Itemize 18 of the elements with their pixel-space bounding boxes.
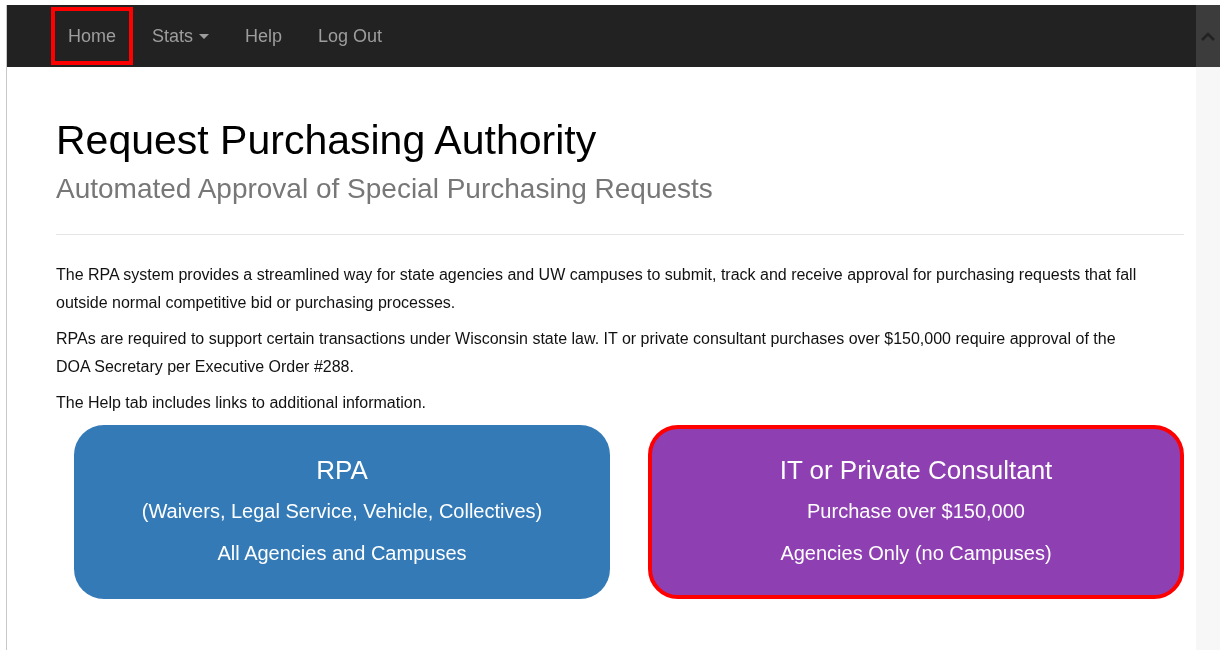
paragraph: The RPA system provides a streamlined way for state agencies and UW campuses to submit, track and receive approval for purchasing requests that fall outside normal competitive bid or purchasing processes.: [56, 265, 1138, 314]
nav-link[interactable]: Help: [228, 7, 300, 65]
card-title: RPA: [316, 453, 368, 487]
nav-link[interactable]: Stats: [135, 7, 227, 65]
card-text: Agencies Only (no Campuses): [780, 540, 1052, 566]
paragraph: The Help tab includes links to additional information.: [56, 393, 427, 414]
nav-link[interactable]: Log Out: [301, 7, 400, 65]
page-subtitle: Automated Approval of Special Purchasing Requests: [56, 172, 714, 207]
scrollbar[interactable]: [1196, 5, 1220, 650]
card-text: All Agencies and Campuses: [217, 540, 467, 566]
option-card[interactable]: RPA (Waivers, Legal Service, Vehicle, Collectives) All Agencies and Campuses: [74, 425, 610, 600]
paragraph: RPAs are required to support certain transactions under Wisconsin state law. IT or private consultant purchases over $150,000 require approval of the DOA Secretary per Executive Order #288.: [56, 329, 1117, 378]
card-text: (Waivers, Legal Service, Vehicle, Collectives): [141, 498, 543, 524]
nav-link[interactable]: Home: [51, 7, 133, 65]
card-title: IT or Private Consultant: [779, 453, 1053, 487]
page-title: Request Purchasing Authority: [56, 116, 598, 165]
card-text: Purchase over $150,000: [807, 498, 1025, 524]
option-card[interactable]: IT or Private Consultant Purchase over $150,000 Agencies Only (no Campuses): [648, 425, 1184, 600]
